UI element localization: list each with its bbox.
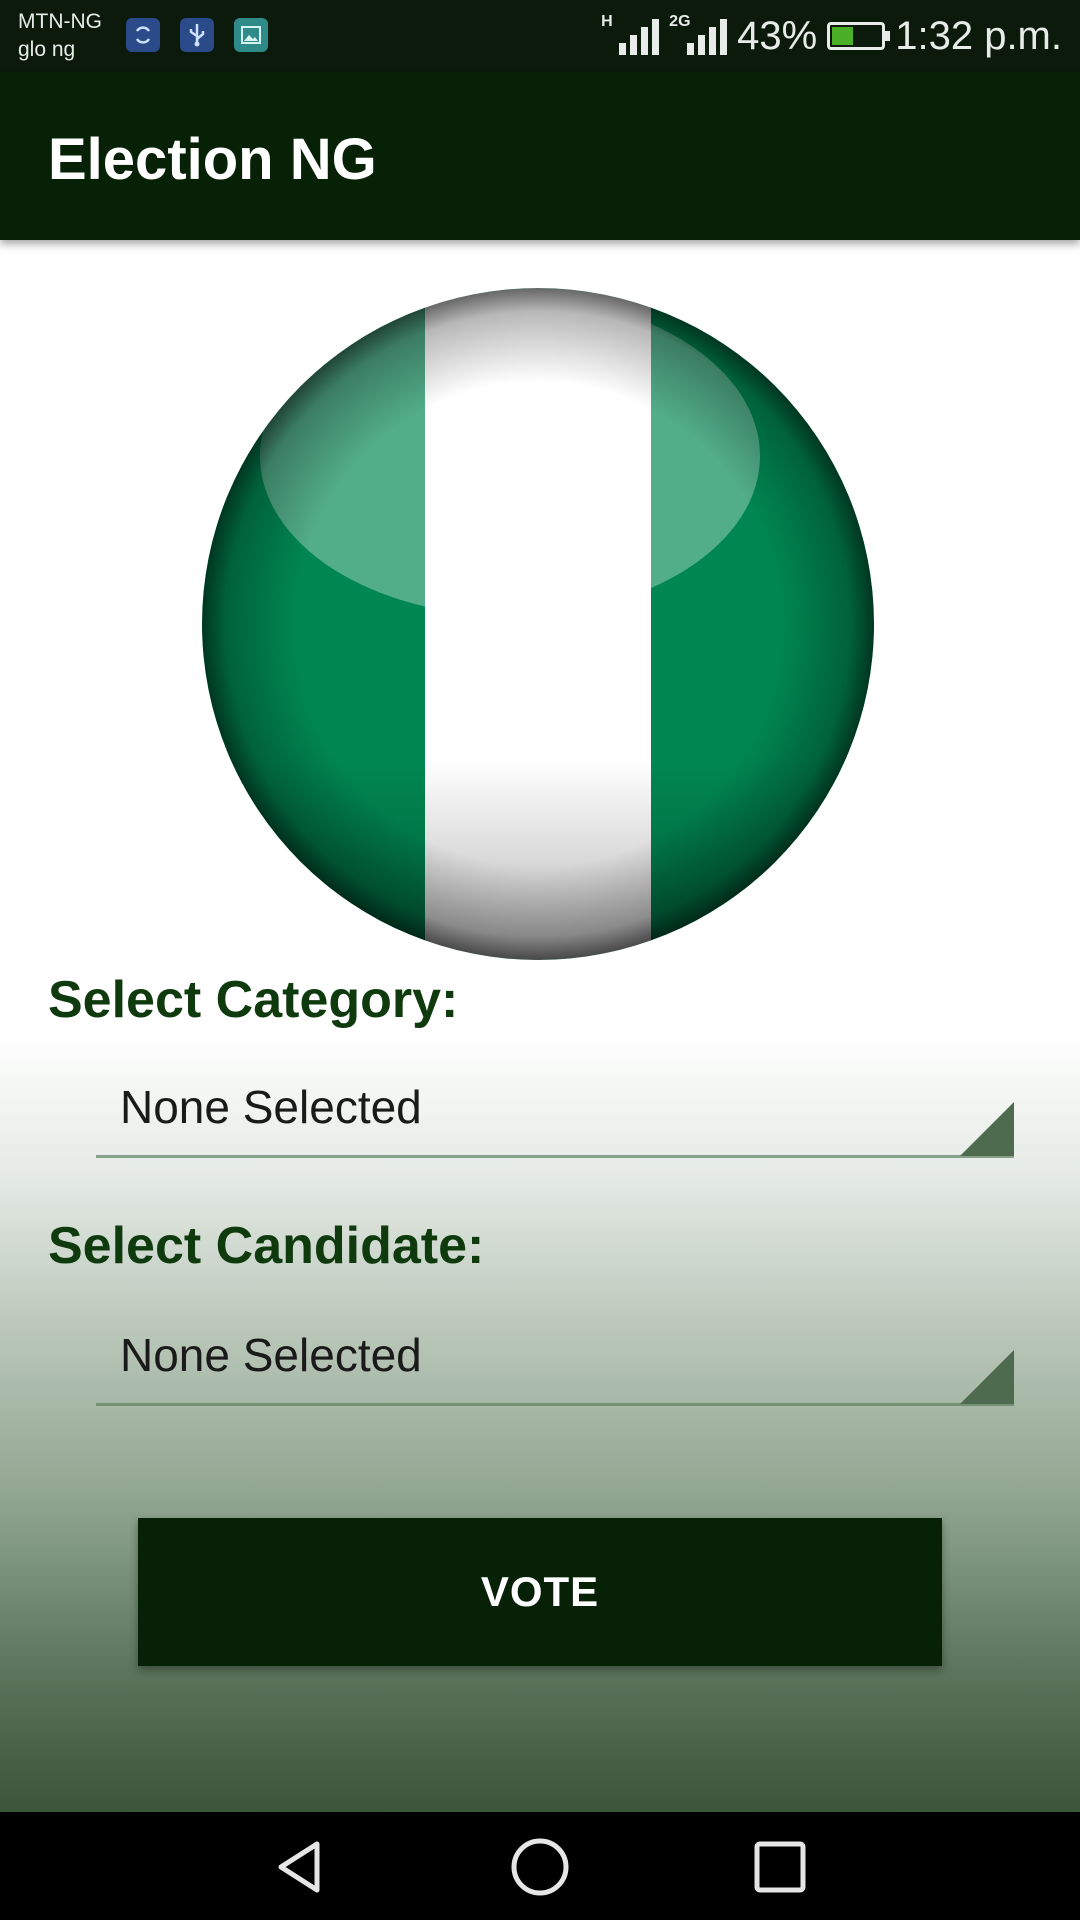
app-bar: Election NG [0,72,1080,240]
home-icon[interactable] [505,1832,575,1902]
category-label: Select Category: [48,971,459,1029]
candidate-label: Select Candidate: [48,1217,485,1275]
notification-icons [126,18,268,52]
vote-button[interactable]: VOTE [138,1518,942,1666]
battery-icon [827,22,891,50]
candidate-underline [96,1403,1014,1406]
category-value: None Selected [120,1081,422,1133]
net-type-2: 2G [669,13,691,30]
dropdown-arrow-icon [960,1350,1014,1404]
status-bar: MTN-NG glo ng H 2G 43% 1:32 p.m. [0,0,1080,72]
navigation-bar [0,1812,1080,1920]
carrier-info: MTN-NG glo ng [18,8,102,64]
carrier-2: glo ng [18,38,76,61]
candidate-value: None Selected [120,1329,422,1381]
carrier-1: MTN-NG [18,10,102,33]
gallery-icon [234,18,268,52]
category-underline [96,1155,1014,1158]
signal-strength-icon-2: 2G [669,13,728,55]
nigeria-flag-image [200,286,876,962]
category-spinner[interactable]: None Selected [96,1062,1014,1158]
signal-strength-icon-1: H [601,13,660,55]
candidate-spinner[interactable]: None Selected [96,1310,1014,1406]
app-title: Election NG [48,127,377,192]
battery-percent: 43% [737,13,818,58]
sync-icon [126,18,160,52]
recents-icon[interactable] [745,1832,815,1902]
net-type-1: H [601,13,613,30]
back-icon[interactable] [265,1832,335,1902]
status-right: H 2G 43% 1:32 p.m. [601,10,1062,62]
clock: 1:32 p.m. [895,13,1062,58]
dropdown-arrow-icon [960,1102,1014,1156]
usb-icon [180,18,214,52]
battery-level [832,27,854,45]
main-content: Select Category: None Selected Select Ca… [0,240,1080,1812]
